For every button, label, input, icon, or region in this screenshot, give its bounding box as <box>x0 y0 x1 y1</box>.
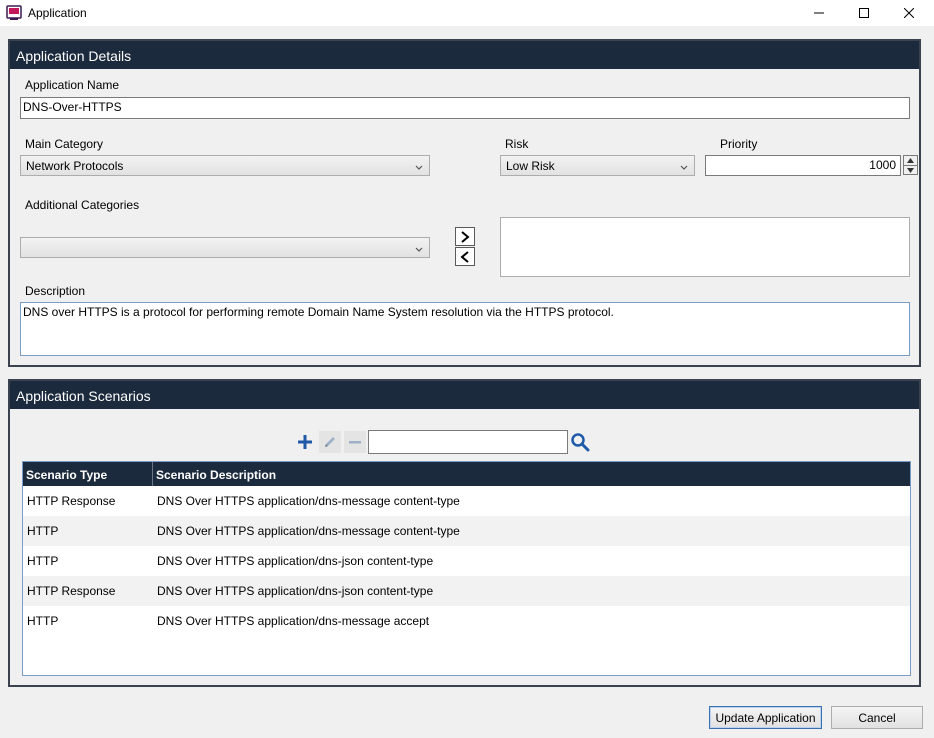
scenario-type-cell: HTTP Response <box>27 494 116 508</box>
risk-label: Risk <box>505 137 529 151</box>
priority-label: Priority <box>720 137 758 151</box>
scenario-type-cell: HTTP <box>27 524 59 538</box>
chevron-down-icon <box>415 242 423 256</box>
remove-scenario-button[interactable] <box>344 431 366 453</box>
application-scenarios-panel: Application Scenarios Scenario Type Scen… <box>8 379 921 687</box>
chevron-left-icon <box>460 250 469 263</box>
column-header-scenario-type[interactable]: Scenario Type <box>23 462 153 486</box>
pencil-icon <box>325 437 335 447</box>
add-scenario-button[interactable] <box>294 431 316 453</box>
main-category-value: Network Protocols <box>26 159 124 173</box>
stepper-up-icon[interactable] <box>904 156 917 165</box>
scenario-type-cell: HTTP <box>27 614 59 628</box>
search-icon <box>571 433 590 452</box>
title-bar: Application <box>0 0 934 26</box>
main-category-label: Main Category <box>25 137 104 151</box>
scenario-description-cell: DNS Over HTTPS application/dns-message c… <box>157 524 460 538</box>
priority-input[interactable]: 1000 <box>705 155 901 176</box>
scenario-type-cell: HTTP <box>27 554 59 568</box>
table-row[interactable]: HTTP DNS Over HTTPS application/dns-json… <box>23 546 910 576</box>
additional-categories-list[interactable] <box>500 217 910 277</box>
application-details-header: Application Details <box>10 41 919 69</box>
table-row[interactable]: HTTP Response DNS Over HTTPS application… <box>23 486 910 516</box>
application-name-input[interactable]: DNS-Over-HTTPS <box>20 97 910 119</box>
priority-stepper[interactable] <box>903 155 918 175</box>
update-application-button[interactable]: Update Application <box>709 706 822 729</box>
close-icon <box>904 8 914 18</box>
minus-icon <box>349 441 361 444</box>
plus-icon <box>298 435 312 449</box>
description-input[interactable]: DNS over HTTPS is a protocol for perform… <box>20 302 910 356</box>
remove-category-button[interactable] <box>455 247 475 266</box>
application-details-panel: Application Details Application Name DNS… <box>8 39 921 367</box>
add-category-button[interactable] <box>455 227 475 246</box>
minimize-button[interactable] <box>796 0 842 26</box>
additional-categories-select[interactable] <box>20 237 430 258</box>
cancel-button[interactable]: Cancel <box>831 706 923 729</box>
edit-scenario-button[interactable] <box>319 431 341 453</box>
scenario-type-cell: HTTP Response <box>27 584 116 598</box>
additional-categories-label: Additional Categories <box>25 198 140 212</box>
main-category-select[interactable]: Network Protocols <box>20 155 430 176</box>
table-header: Scenario Type Scenario Description <box>23 462 910 486</box>
maximize-icon <box>859 8 869 18</box>
scenario-description-cell: DNS Over HTTPS application/dns-message c… <box>157 494 460 508</box>
application-name-label: Application Name <box>25 78 120 92</box>
window-title: Application <box>28 6 87 20</box>
stepper-down-icon[interactable] <box>904 165 917 174</box>
minimize-icon <box>814 12 824 14</box>
scenario-description-cell: DNS Over HTTPS application/dns-json cont… <box>157 554 434 568</box>
maximize-button[interactable] <box>841 0 887 26</box>
chevron-down-icon <box>680 160 688 174</box>
risk-select[interactable]: Low Risk <box>500 155 695 176</box>
search-button[interactable] <box>569 431 591 453</box>
application-scenarios-header: Application Scenarios <box>10 381 919 409</box>
risk-value: Low Risk <box>506 159 555 173</box>
scenario-description-cell: DNS Over HTTPS application/dns-json cont… <box>157 584 434 598</box>
close-button[interactable] <box>886 0 932 26</box>
scenario-search-input[interactable] <box>368 430 568 454</box>
table-row[interactable]: HTTP DNS Over HTTPS application/dns-mess… <box>23 516 910 546</box>
column-header-scenario-description[interactable]: Scenario Description <box>153 462 279 486</box>
application-icon <box>6 5 22 21</box>
chevron-right-icon <box>461 230 470 243</box>
description-label: Description <box>25 284 86 298</box>
chevron-down-icon <box>415 160 423 174</box>
scenario-description-cell: DNS Over HTTPS application/dns-message a… <box>157 614 430 628</box>
scenarios-table: Scenario Type Scenario Description HTTP … <box>22 461 911 676</box>
table-row[interactable]: HTTP Response DNS Over HTTPS application… <box>23 576 910 606</box>
table-row[interactable]: HTTP DNS Over HTTPS application/dns-mess… <box>23 606 910 636</box>
